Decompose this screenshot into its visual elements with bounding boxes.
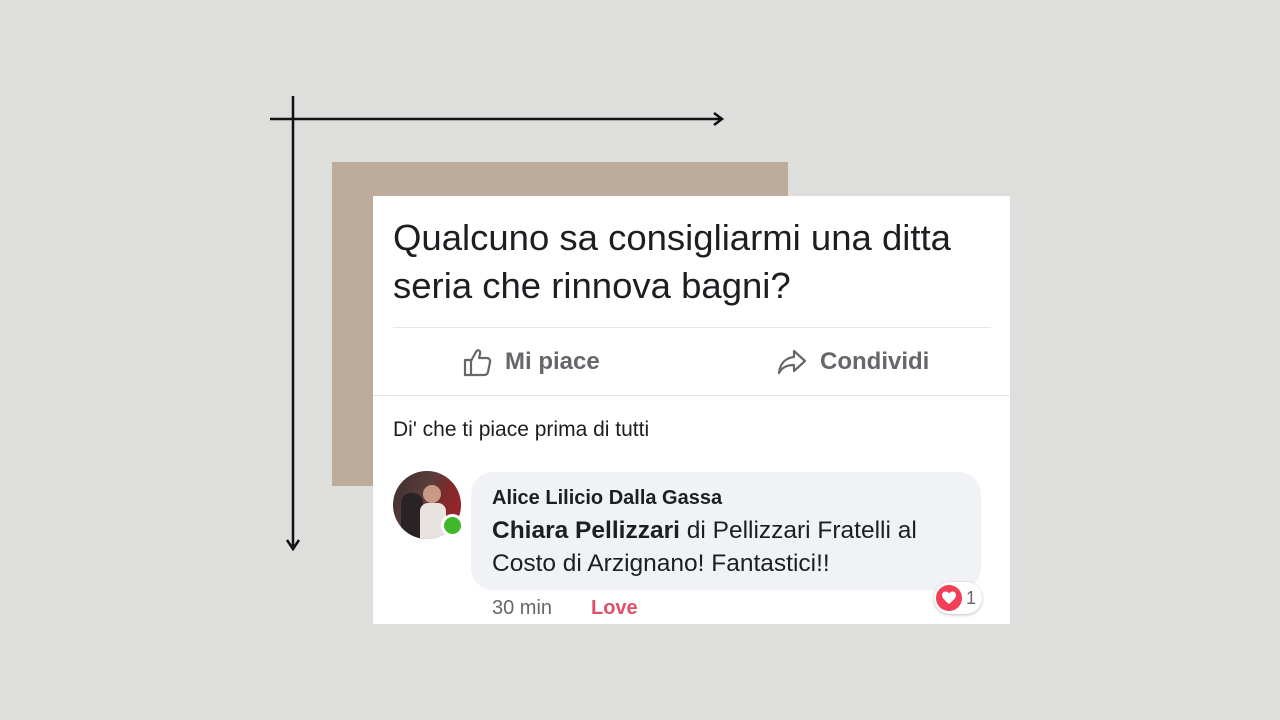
share-arrow-icon <box>777 349 807 375</box>
heart-icon <box>936 585 962 611</box>
comment-bubble: Alice Lilicio Dalla Gassa Chiara Pellizz… <box>471 472 981 590</box>
first-like-prompt[interactable]: Di' che ti piace prima di tutti <box>393 418 649 442</box>
post-text: Qualcuno sa consigliarmi una ditta seria… <box>393 217 951 306</box>
thumbs-up-icon <box>463 349 492 377</box>
divider <box>393 327 991 328</box>
reaction-count: 1 <box>966 587 977 608</box>
comment-mention[interactable]: Chiara Pellizzari <box>492 517 680 544</box>
comment-author[interactable]: Alice Lilicio Dalla Gassa <box>492 487 722 510</box>
reaction-summary[interactable]: 1 <box>934 582 983 614</box>
share-label: Condividi <box>820 348 930 375</box>
divider <box>373 395 1010 396</box>
facebook-post-card: Qualcuno sa consigliarmi una ditta seria… <box>373 196 1010 624</box>
like-button[interactable]: Mi piace <box>461 344 600 380</box>
comment-text: Chiara Pellizzari di Pellizzari Fratelli… <box>492 514 972 580</box>
online-status-dot <box>441 514 464 537</box>
avatar-figure <box>423 485 441 503</box>
like-label: Mi piace <box>505 348 600 375</box>
love-reaction-link[interactable]: Love <box>591 597 638 620</box>
share-button[interactable]: Condividi <box>776 344 929 380</box>
comment-timestamp[interactable]: 30 min <box>492 597 552 620</box>
